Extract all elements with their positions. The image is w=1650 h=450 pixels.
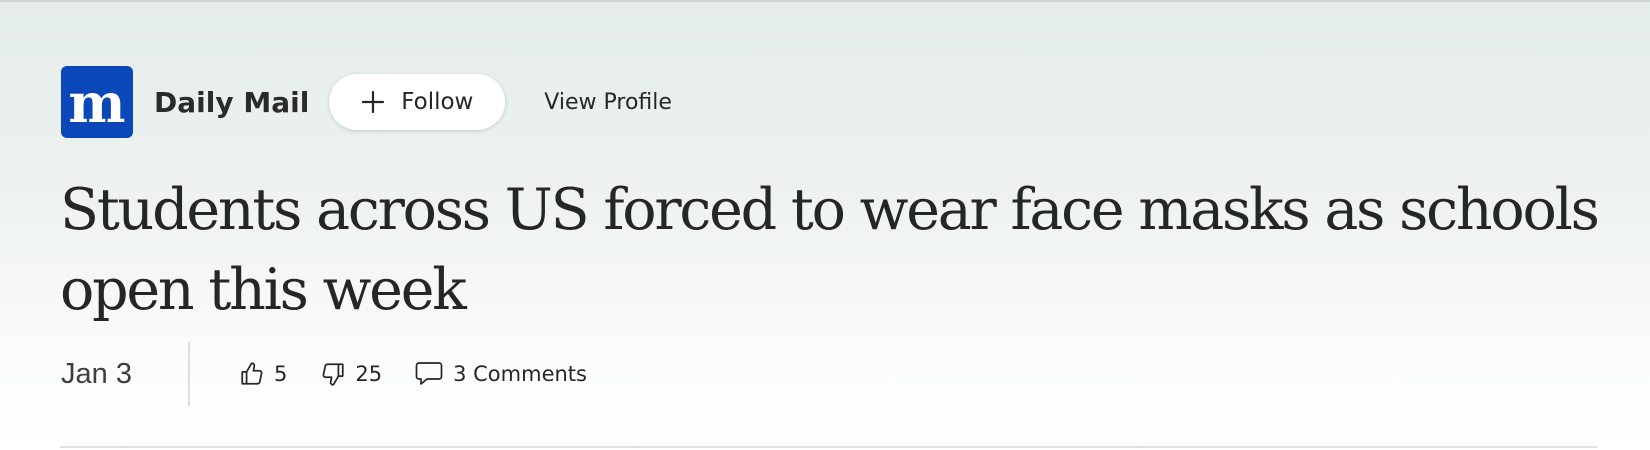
logo-mark: m — [68, 71, 125, 135]
like-count: 5 — [274, 362, 288, 386]
logo-letter: m — [68, 71, 125, 135]
view-profile-link[interactable]: View Profile — [544, 90, 672, 115]
publish-date: Jan 3 — [61, 357, 132, 390]
dislike-button[interactable]: 25 — [320, 361, 382, 387]
thumbs-up-icon — [241, 362, 263, 385]
bottom-divider — [60, 446, 1597, 448]
meta-divider — [188, 342, 190, 406]
like-button[interactable]: 5 — [239, 361, 287, 387]
thumbs-down-icon — [322, 363, 344, 386]
daily-mail-logo[interactable]: m — [61, 66, 133, 138]
top-divider — [0, 0, 1650, 2]
source-name[interactable]: Daily Mail — [154, 86, 309, 119]
follow-label: Follow — [401, 89, 474, 115]
plus-icon — [361, 90, 385, 114]
article-headline: Students across US forced to wear face m… — [60, 177, 1600, 323]
dislike-count: 25 — [355, 362, 383, 386]
follow-button[interactable]: Follow — [329, 74, 506, 130]
comment-icon — [415, 362, 443, 385]
comments-button[interactable]: 3 Comments — [414, 360, 587, 388]
source-header: m Daily Mail Follow View Profile — [61, 66, 672, 138]
comments-count: 3 Comments — [453, 362, 587, 386]
article-meta: Jan 3 5 25 3 Comments — [61, 342, 587, 406]
